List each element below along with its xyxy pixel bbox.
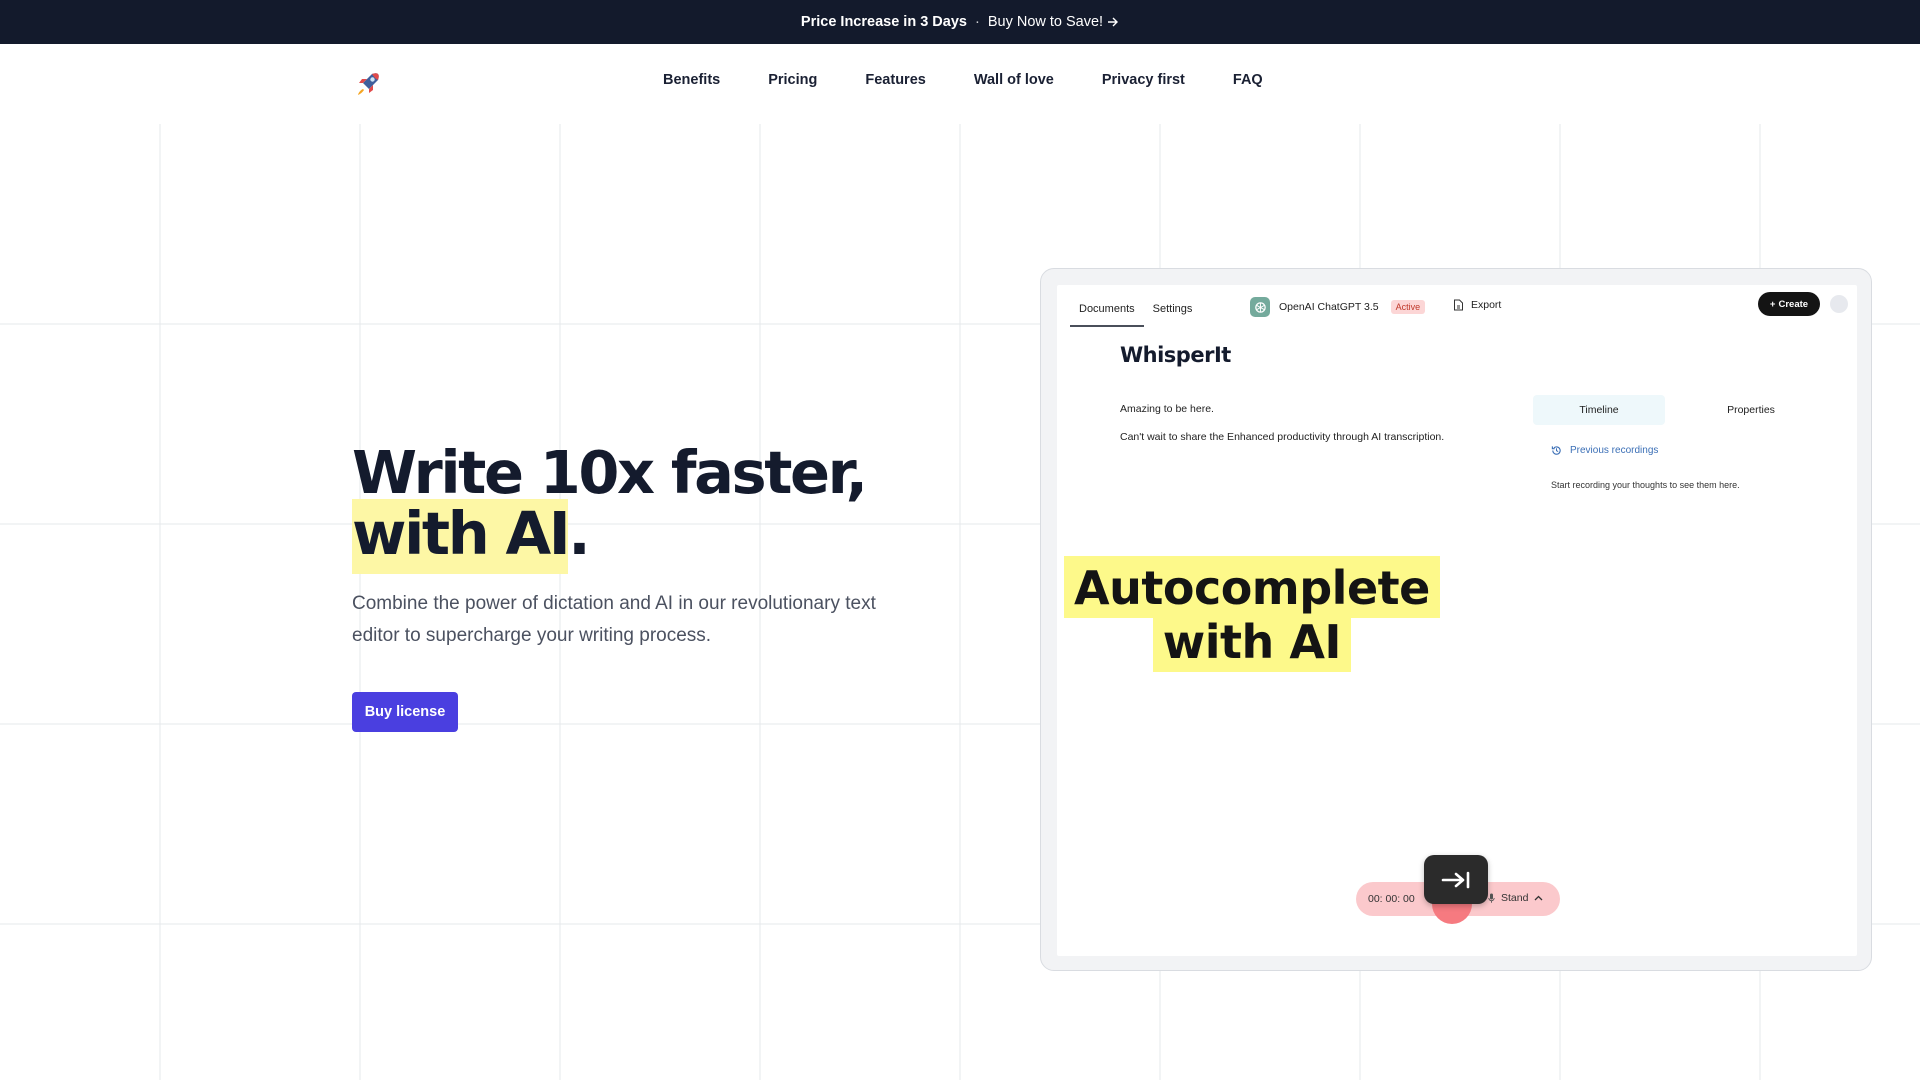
create-button[interactable]: + Create [1758, 292, 1820, 316]
recording-mode-select[interactable]: Stand [1488, 892, 1543, 904]
openai-icon [1250, 297, 1270, 317]
avatar[interactable] [1830, 295, 1848, 313]
announcement-cta-label: Buy Now to Save! [987, 14, 1104, 30]
nav-features[interactable]: Features [865, 72, 925, 88]
hero-title-highlight: with AI [352, 499, 571, 574]
tab-documents[interactable]: Documents [1070, 293, 1144, 327]
recording-mode-label: Stand [1501, 892, 1529, 904]
autocomplete-callout: Autocomplete with AI [1064, 556, 1440, 672]
empty-timeline-hint: Start recording your thoughts to see the… [1551, 480, 1740, 490]
announcement-bar: Price Increase in 3 Days · Buy Now to Sa… [0, 0, 1920, 44]
side-panel-tabs: Timeline Properties [1533, 395, 1817, 425]
arrow-right-icon [1108, 17, 1119, 27]
document-line: Can't wait to share the Enhanced product… [1120, 431, 1445, 443]
history-icon [1551, 446, 1561, 455]
tab-key-icon [1424, 855, 1488, 904]
document-line: Amazing to be here. [1120, 403, 1214, 415]
previous-recordings-link[interactable]: Previous recordings [1551, 445, 1658, 456]
buy-license-button[interactable]: Buy license [352, 692, 458, 732]
announcement-cta-link[interactable]: Buy Now to Save! [988, 14, 1119, 30]
microphone-icon [1488, 893, 1495, 903]
nav-wall-of-love[interactable]: Wall of love [974, 72, 1054, 88]
export-label: Export [1471, 299, 1502, 311]
autocomplete-callout-line1: Autocomplete [1064, 556, 1440, 618]
hero-title-period: . [568, 499, 590, 568]
recording-timer: 00: 00: 00 [1368, 893, 1415, 905]
tab-properties[interactable]: Properties [1685, 395, 1817, 425]
tab-settings[interactable]: Settings [1144, 293, 1202, 327]
hero-subtitle: Combine the power of dictation and AI in… [352, 593, 876, 646]
nav-benefits[interactable]: Benefits [663, 72, 720, 88]
nav-privacy-first[interactable]: Privacy first [1102, 72, 1185, 88]
export-button[interactable]: Export [1453, 299, 1501, 311]
previous-recordings-label: Previous recordings [1570, 445, 1659, 456]
nav-pricing[interactable]: Pricing [768, 72, 817, 88]
autocomplete-callout-line2: with AI [1152, 618, 1352, 672]
nav-faq[interactable]: FAQ [1233, 72, 1263, 88]
hero-title-line1: Write 10x faster, [352, 438, 868, 507]
document-export-icon [1454, 299, 1463, 311]
tab-timeline[interactable]: Timeline [1533, 395, 1665, 425]
model-name: OpenAI ChatGPT 3.5 [1279, 301, 1379, 313]
hero-title: Write 10x faster, with AI. [352, 442, 868, 574]
model-indicator[interactable]: OpenAI ChatGPT 3.5 Active [1250, 297, 1426, 317]
site-header: Benefits Pricing Features Wall of love P… [0, 44, 1920, 124]
chevron-up-icon [1534, 895, 1543, 901]
model-status-badge: Active [1390, 300, 1426, 314]
plus-icon: + [1769, 298, 1776, 310]
announcement-headline: Price Increase in 3 Days [800, 14, 967, 30]
app-tabs: Documents Settings [1070, 293, 1201, 327]
create-label: Create [1778, 298, 1809, 310]
rocket-logo-icon[interactable] [352, 68, 384, 100]
main-nav: Benefits Pricing Features Wall of love P… [663, 72, 1263, 88]
document-title: WhisperIt [1120, 343, 1231, 367]
announcement-separator: · [974, 14, 980, 30]
